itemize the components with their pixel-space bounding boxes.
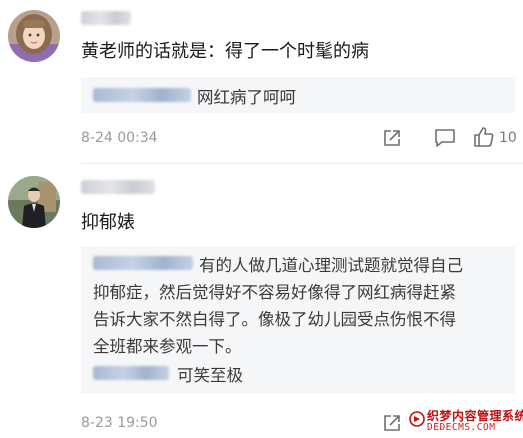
reply-text-line-4: 全班都来参观一下。 <box>93 337 242 356</box>
reply-username-blurred[interactable] <box>93 88 191 102</box>
watermark-subtitle: DEDECMS.COM <box>427 422 496 433</box>
reply-text-line-2: 抑郁症，然后觉得好不容易好像得了网红病得赶紧 <box>93 283 456 302</box>
avatar[interactable] <box>8 10 60 62</box>
share-icon[interactable] <box>382 413 402 433</box>
username-blurred[interactable] <box>81 11 131 25</box>
comment-2: 抑郁婊 有的人做几道心理测试题就觉得自己 抑郁症，然后觉得好不容易好像得了网红病… <box>0 164 523 438</box>
comment-body: 抑郁婊 <box>81 212 135 233</box>
reply-username-blurred[interactable] <box>93 256 193 270</box>
comment-1: 黄老师的话就是：得了一个时髦的病 网红病了呵呵 8-24 00:34 10 <box>0 0 523 160</box>
timestamp: 8-23 19:50 <box>81 415 158 431</box>
username-blurred[interactable] <box>81 180 155 194</box>
reply-text-line-1: 有的人做几道心理测试题就觉得自己 <box>199 256 463 275</box>
reply-text: 网红病了呵呵 <box>197 88 296 107</box>
thumbs-up-icon[interactable] <box>473 126 495 148</box>
avatar-girl-image <box>8 10 60 62</box>
like-count: 10 <box>499 130 517 146</box>
reply-text-line-3: 告诉大家不然白得了。像极了幼儿园受点伤恨不得 <box>93 310 456 329</box>
share-icon[interactable] <box>382 128 402 148</box>
avatar-man-image <box>8 176 60 228</box>
watermark: 织梦内容管理系统 DEDECMS.COM <box>407 406 523 436</box>
comment-body: 黄老师的话就是：得了一个时髦的病 <box>81 41 369 62</box>
reply2-text: 可笑至极 <box>177 366 243 385</box>
timestamp: 8-24 00:34 <box>81 130 158 146</box>
reply2-username-blurred[interactable] <box>93 366 169 380</box>
reply-box[interactable]: 网红病了呵呵 <box>81 77 515 113</box>
avatar[interactable] <box>8 176 60 228</box>
dedecms-logo-icon <box>409 411 425 427</box>
reply-box[interactable]: 有的人做几道心理测试题就觉得自己 抑郁症，然后觉得好不容易好像得了网红病得赶紧 … <box>81 246 515 394</box>
comment-icon[interactable] <box>434 128 456 148</box>
